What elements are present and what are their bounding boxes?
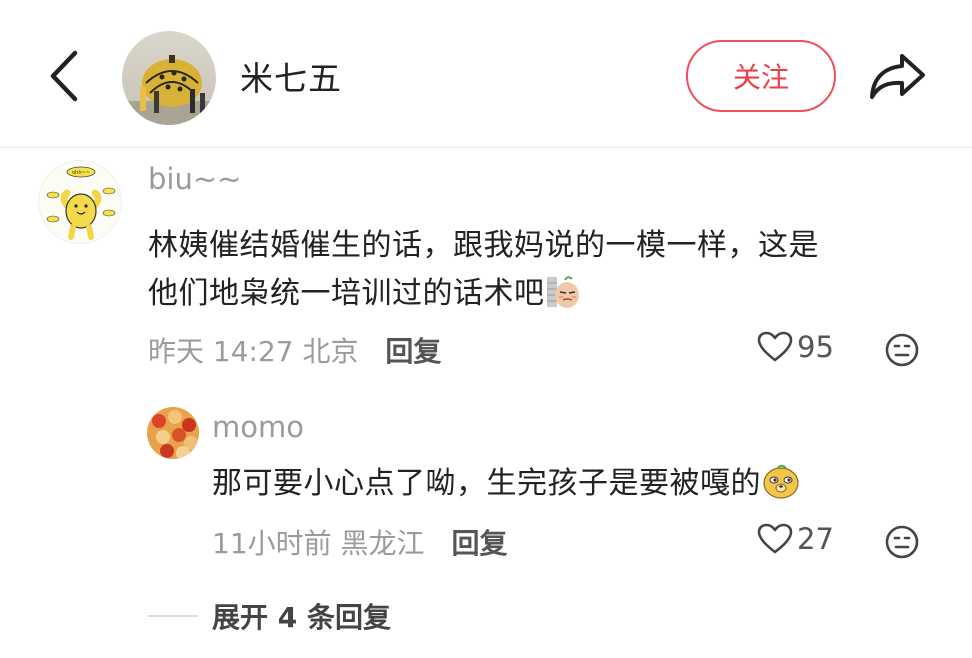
top-bar: 米七五 关注 bbox=[0, 0, 972, 148]
comment-location: 北京 bbox=[302, 335, 359, 368]
commenter-avatar[interactable]: ohh~~ bbox=[38, 160, 122, 244]
replier-username[interactable]: momo bbox=[212, 410, 304, 444]
reply-text-content: 那可要小心点了呦，生完孩子是要被嘎的 bbox=[212, 466, 761, 501]
reply-time: 11小时前 bbox=[212, 527, 332, 560]
author-name[interactable]: 米七五 bbox=[240, 52, 342, 100]
comment-meta: 昨天 14:27 北京 回复 bbox=[148, 330, 441, 370]
reply-text: 那可要小心点了呦，生完孩子是要被嘎的 bbox=[212, 462, 799, 506]
commenter-username[interactable]: biu~~ bbox=[148, 162, 241, 196]
reply-like-count: 27 bbox=[797, 522, 834, 556]
comment-time: 昨天 14:27 bbox=[148, 335, 294, 368]
reply-meta: 11小时前 黑龙江 回复 bbox=[212, 522, 507, 562]
heart-icon bbox=[757, 331, 793, 362]
reply-location: 黑龙江 bbox=[340, 527, 425, 560]
replier-avatar[interactable] bbox=[147, 407, 199, 459]
comment-text: 林姨催结婚催生的话，跟我妈说的一模一样，这是 他们地枭统一培训过的话术吧 bbox=[148, 222, 948, 318]
comment-like-button[interactable]: 95 bbox=[757, 330, 834, 364]
reply-dislike-button[interactable] bbox=[884, 524, 920, 560]
follow-button[interactable]: 关注 bbox=[686, 40, 836, 112]
back-arrow-icon bbox=[50, 50, 78, 102]
comment-text-line2: 他们地枭统一培训过的话术吧 bbox=[148, 270, 948, 318]
comment-reply-button[interactable]: 回复 bbox=[385, 335, 441, 368]
comment-text-line2-content: 他们地枭统一培训过的话术吧 bbox=[148, 276, 545, 311]
share-icon bbox=[870, 54, 925, 99]
share-button[interactable] bbox=[866, 46, 928, 106]
author-avatar[interactable] bbox=[122, 31, 216, 125]
back-button[interactable] bbox=[40, 46, 88, 106]
expand-replies[interactable]: 展开 4 条回复 bbox=[148, 596, 391, 636]
sticker-bubble-text: ohh~~ bbox=[72, 170, 90, 176]
comment-text-line1: 林姨催结婚催生的话，跟我妈说的一模一样，这是 bbox=[148, 228, 819, 263]
expand-divider bbox=[148, 615, 198, 617]
doge-emoji-icon bbox=[761, 463, 799, 499]
meh-face-icon bbox=[885, 333, 919, 367]
comment-dislike-button[interactable] bbox=[884, 332, 920, 368]
reply-reply-button[interactable]: 回复 bbox=[451, 527, 507, 560]
smirk-peek-emoji-icon bbox=[545, 273, 581, 309]
reply-like-button[interactable]: 27 bbox=[757, 522, 834, 556]
heart-icon bbox=[757, 523, 793, 554]
meh-face-icon bbox=[885, 525, 919, 559]
comment-like-count: 95 bbox=[797, 330, 834, 364]
expand-replies-label[interactable]: 展开 4 条回复 bbox=[212, 596, 391, 636]
